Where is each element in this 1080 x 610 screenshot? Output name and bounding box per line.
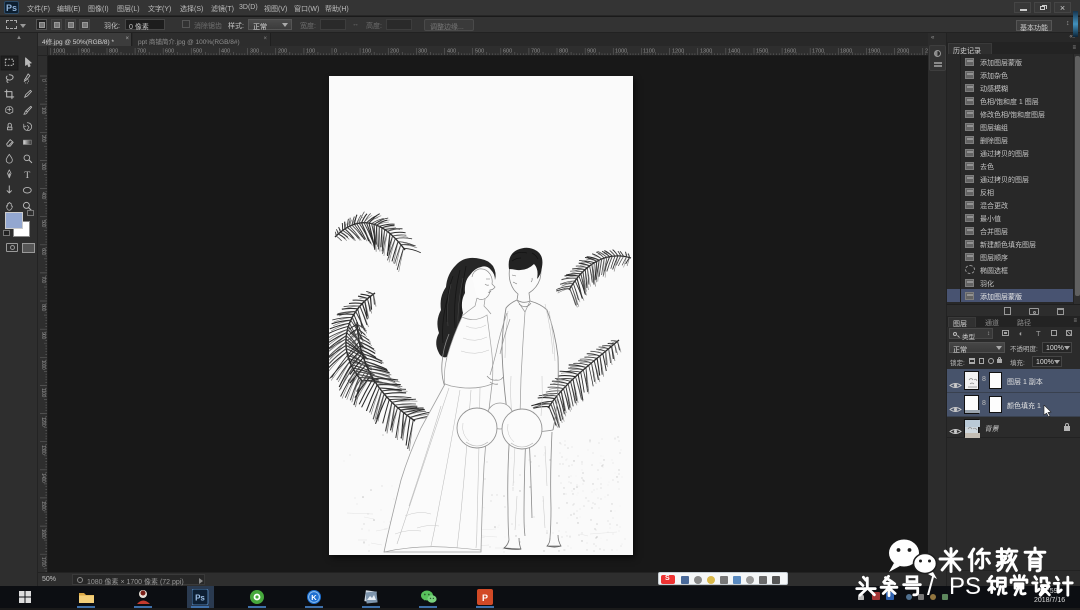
svg-text:600: 600 [503, 49, 512, 55]
svg-text:300: 300 [40, 163, 46, 171]
svg-text:300: 300 [418, 49, 427, 55]
svg-text:800: 800 [40, 304, 46, 312]
svg-text:/: / [927, 571, 935, 601]
svg-text:100: 100 [362, 49, 371, 55]
svg-text:1500: 1500 [40, 501, 46, 511]
svg-text:1400: 1400 [728, 49, 740, 55]
svg-text:1000: 1000 [53, 49, 65, 55]
svg-text:500: 500 [475, 49, 484, 55]
svg-text:1600: 1600 [40, 529, 46, 539]
svg-text:800: 800 [559, 49, 568, 55]
svg-text:1200: 1200 [40, 417, 46, 427]
svg-text:1600: 1600 [784, 49, 796, 55]
svg-text:200: 200 [40, 135, 46, 143]
svg-text:400: 400 [447, 49, 456, 55]
svg-text:100: 100 [40, 107, 46, 115]
svg-text:1000: 1000 [615, 49, 627, 55]
svg-text:1700: 1700 [40, 557, 46, 567]
svg-text:100: 100 [306, 49, 315, 55]
svg-text:1800: 1800 [840, 49, 852, 55]
svg-text:0: 0 [334, 49, 337, 55]
svg-text:500: 500 [193, 49, 202, 55]
svg-text:700: 700 [40, 276, 46, 284]
svg-text:1100: 1100 [643, 49, 655, 55]
svg-text:1900: 1900 [868, 49, 880, 55]
svg-text:400: 400 [40, 192, 46, 200]
svg-text:1500: 1500 [756, 49, 768, 55]
svg-text:K: K [311, 593, 317, 602]
svg-text:600: 600 [165, 49, 174, 55]
svg-text:PS: PS [949, 573, 981, 600]
svg-text:900: 900 [587, 49, 596, 55]
svg-text:400: 400 [221, 49, 230, 55]
svg-text:1000: 1000 [40, 360, 46, 370]
svg-text:300: 300 [250, 49, 259, 55]
svg-text:600: 600 [40, 248, 46, 256]
svg-text:800: 800 [109, 49, 118, 55]
svg-text:Ps: Ps [195, 594, 205, 603]
svg-text:1300: 1300 [700, 49, 712, 55]
svg-text:200: 200 [390, 49, 399, 55]
svg-text:T: T [24, 170, 30, 181]
svg-text:2000: 2000 [897, 49, 909, 55]
svg-text:700: 700 [531, 49, 540, 55]
svg-text:1200: 1200 [672, 49, 684, 55]
svg-text:1700: 1700 [812, 49, 824, 55]
svg-text:500: 500 [40, 220, 46, 228]
svg-text:900: 900 [81, 49, 90, 55]
svg-text:200: 200 [278, 49, 287, 55]
svg-text:700: 700 [137, 49, 146, 55]
svg-text:900: 900 [40, 332, 46, 340]
svg-text:1100: 1100 [40, 388, 46, 397]
svg-text:1300: 1300 [40, 445, 46, 455]
svg-text:P: P [482, 593, 488, 603]
svg-text:1400: 1400 [40, 473, 46, 483]
